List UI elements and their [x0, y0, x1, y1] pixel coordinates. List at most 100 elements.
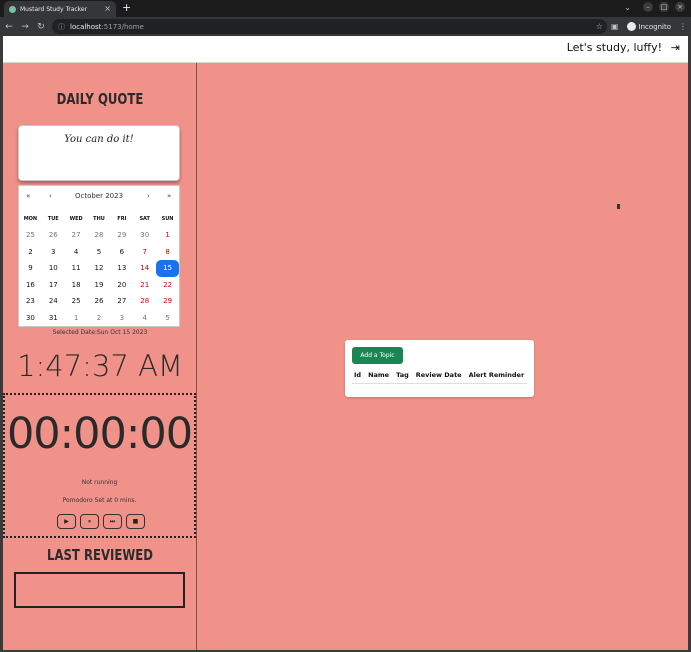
- weekday-label: SUN: [161, 216, 174, 222]
- calendar-day[interactable]: 4: [65, 244, 88, 261]
- calendar-day[interactable]: 28: [133, 293, 156, 310]
- timer-status: Not running: [81, 479, 118, 486]
- calendar-day[interactable]: 28: [88, 227, 111, 244]
- calendar-day[interactable]: 12: [88, 260, 111, 277]
- calendar-day[interactable]: 27: [65, 227, 88, 244]
- calendar-day[interactable]: 26: [42, 227, 65, 244]
- calendar-day[interactable]: 1: [156, 227, 179, 244]
- calendar-month-label[interactable]: October 2023: [19, 192, 179, 200]
- browser-tab[interactable]: Mustard Study Tracker ×: [4, 1, 116, 17]
- calendar-day[interactable]: 9: [19, 260, 42, 277]
- weekday-label: FRI: [117, 216, 127, 222]
- tab-search-icon[interactable]: ⌄: [624, 3, 631, 12]
- last-reviewed-box: [14, 572, 185, 608]
- logout-icon[interactable]: ⇥: [671, 41, 680, 54]
- calendar-day[interactable]: 29: [156, 293, 179, 310]
- calendar-day[interactable]: 3: [42, 244, 65, 261]
- calendar-day[interactable]: 30: [133, 227, 156, 244]
- url-host: localhost: [70, 22, 102, 31]
- calendar-day[interactable]: 18: [65, 277, 88, 294]
- table-divider: [352, 383, 527, 384]
- play-button[interactable]: ▶: [57, 514, 76, 529]
- calendar-day[interactable]: 5: [88, 244, 111, 261]
- greeting-text: Let's study, luffy!: [566, 41, 662, 54]
- skip-button[interactable]: ⏭: [103, 514, 122, 529]
- calendar-day[interactable]: 19: [88, 277, 111, 294]
- mouse-cursor-icon: [617, 204, 620, 209]
- side-panel-icon[interactable]: ▣: [611, 22, 619, 31]
- url-path: :5173/home: [101, 22, 144, 31]
- calendar-day[interactable]: 25: [19, 227, 42, 244]
- incognito-label: Incognito: [638, 22, 671, 31]
- new-tab-button[interactable]: +: [122, 2, 131, 14]
- pause-button[interactable]: ⏸: [80, 514, 99, 529]
- calendar-day[interactable]: 24: [42, 293, 65, 310]
- calendar-day[interactable]: 29: [110, 227, 133, 244]
- weekday-label: THU: [93, 216, 105, 222]
- calendar-day[interactable]: 2: [19, 244, 42, 261]
- calendar-day[interactable]: 26: [88, 293, 111, 310]
- calendar: « ‹ October 2023 › » MON TUE WED THU FRI SAT S…: [18, 185, 180, 327]
- calendar-day[interactable]: 25: [65, 293, 88, 310]
- app-page: Let's study, luffy! ⇥ DAILY QUOTE You ca…: [3, 36, 688, 650]
- weekday-label: MON: [23, 216, 38, 222]
- weekday-label: TUE: [47, 216, 59, 222]
- favicon-icon: [9, 5, 16, 13]
- calendar-day[interactable]: 1: [65, 310, 88, 327]
- weekday-label: SAT: [139, 216, 150, 222]
- calendar-day[interactable]: 11: [65, 260, 88, 277]
- calendar-day[interactable]: 16: [19, 277, 42, 294]
- last-reviewed-title: LAST REVIEWED: [46, 546, 154, 564]
- column-header: Id: [354, 371, 362, 379]
- menu-kebab-icon[interactable]: ⋮: [679, 22, 687, 31]
- column-header: Review Date: [415, 371, 462, 379]
- calendar-day[interactable]: 20: [110, 277, 133, 294]
- calendar-day[interactable]: 3: [110, 310, 133, 327]
- bookmark-star-icon[interactable]: ☆: [596, 22, 603, 31]
- column-header: Alert Reminder: [468, 371, 525, 379]
- calendar-day[interactable]: 31: [42, 310, 65, 327]
- next-year-button[interactable]: »: [167, 192, 171, 200]
- timer-display: 00:00:00: [6, 409, 193, 459]
- toolbar-right: ☆ ▣ Incognito ⋮: [596, 19, 687, 34]
- pomodoro-timer: 00:00:00 Not running Pomodoro Set at 0 m…: [3, 393, 196, 538]
- add-topic-button[interactable]: Add a Topic: [352, 347, 403, 364]
- calendar-day[interactable]: 22: [156, 277, 179, 294]
- calendar-day[interactable]: 27: [110, 293, 133, 310]
- reload-icon[interactable]: ↻: [34, 22, 48, 32]
- next-month-button[interactable]: ›: [147, 192, 150, 200]
- calendar-day[interactable]: 14: [133, 260, 156, 277]
- current-time: 1:47:37 AM: [17, 349, 183, 383]
- calendar-day[interactable]: 2: [88, 310, 111, 327]
- address-bar[interactable]: ⓘ localhost :5173/home: [52, 19, 607, 34]
- minimize-icon[interactable]: –: [643, 2, 653, 12]
- window-controls: – □ ×: [643, 2, 685, 12]
- weekday-label: WED: [69, 216, 83, 222]
- stop-button[interactable]: ■: [126, 514, 145, 529]
- maximize-icon[interactable]: □: [659, 2, 669, 12]
- column-header: Name: [368, 371, 390, 379]
- topics-card: Add a Topic Id Name Tag Review Date Alert Re…: [345, 340, 534, 397]
- calendar-day[interactable]: 8: [156, 244, 179, 261]
- calendar-day[interactable]: 5: [156, 310, 179, 327]
- tab-strip: Mustard Study Tracker × + ⌄ – □ ×: [0, 0, 691, 17]
- calendar-day[interactable]: 4: [133, 310, 156, 327]
- calendar-day[interactable]: 17: [42, 277, 65, 294]
- site-info-icon[interactable]: ⓘ: [58, 22, 65, 32]
- close-window-icon[interactable]: ×: [675, 2, 685, 12]
- selected-date: Selected Date:Sun Oct 15 2023: [52, 329, 148, 336]
- incognito-badge[interactable]: Incognito: [626, 22, 671, 31]
- back-icon[interactable]: ←: [2, 22, 16, 32]
- calendar-day[interactable]: 23: [19, 293, 42, 310]
- calendar-day[interactable]: 10: [42, 260, 65, 277]
- pause-icon: ⏸: [87, 517, 91, 525]
- calendar-day-selected[interactable]: 15: [156, 260, 179, 277]
- daily-quote-title: DAILY QUOTE: [56, 90, 144, 108]
- calendar-day[interactable]: 13: [110, 260, 133, 277]
- tab-close-icon[interactable]: ×: [104, 5, 111, 13]
- calendar-day[interactable]: 30: [19, 310, 42, 327]
- calendar-day[interactable]: 7: [133, 244, 156, 261]
- calendar-day[interactable]: 21: [133, 277, 156, 294]
- calendar-day[interactable]: 6: [110, 244, 133, 261]
- forward-icon[interactable]: →: [18, 22, 32, 32]
